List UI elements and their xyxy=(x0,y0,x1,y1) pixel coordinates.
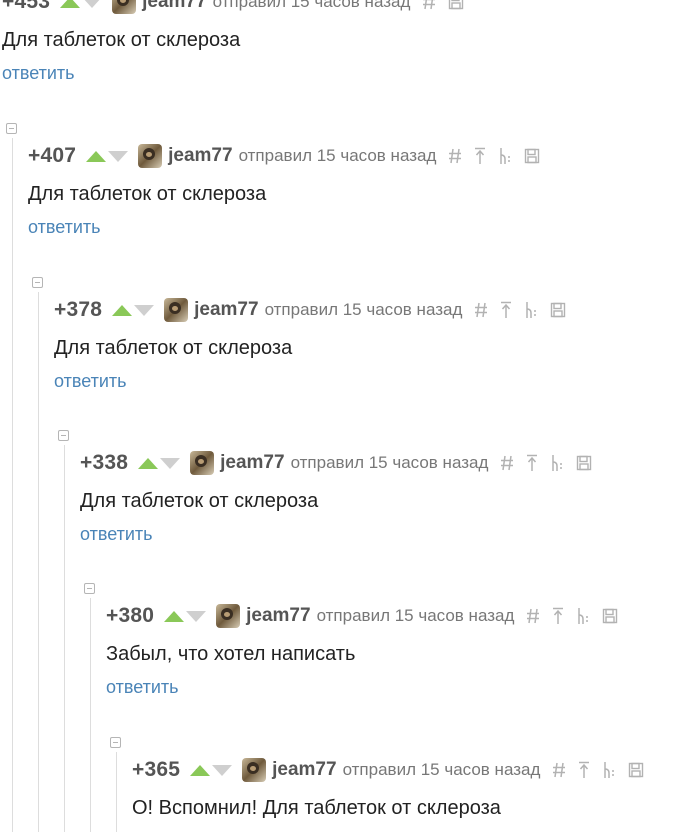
save-icon[interactable] xyxy=(628,762,644,778)
comment-text: Для таблеток от склероза xyxy=(2,29,241,51)
comment: +365 jeam77 отправил 15 часов назад О! В… xyxy=(132,756,644,820)
comment-header: +365 jeam77 отправил 15 часов назад xyxy=(132,756,644,784)
thread-line xyxy=(12,138,13,832)
comment-text: Для таблеток от склероза xyxy=(80,490,319,512)
comment-text: Для таблеток от склероза xyxy=(54,337,293,359)
username-link[interactable]: jeam77 xyxy=(168,145,232,167)
save-icon[interactable] xyxy=(524,148,540,164)
comment-header: +407 jeam77 отправил 15 часов назад xyxy=(28,142,540,170)
comment-meta: отправил 15 часов назад xyxy=(316,606,515,625)
vote-up-arrow-icon[interactable] xyxy=(60,0,81,8)
hash-link-icon[interactable] xyxy=(500,455,514,471)
comment-branch-icon[interactable] xyxy=(498,147,512,165)
comment-rating: +378 xyxy=(54,298,103,321)
vote-down-arrow-icon[interactable] xyxy=(160,457,181,469)
comment: +453 jeam77 отправил 15 часов назад Для … xyxy=(2,0,464,84)
reply-link[interactable]: ответить xyxy=(80,524,153,545)
avatar[interactable] xyxy=(190,451,215,475)
comment: +407 jeam77 отправил 15 часов назад Для … xyxy=(28,142,540,238)
hash-link-icon[interactable] xyxy=(448,148,462,164)
comment-rating: +365 xyxy=(132,758,181,781)
comment-branch-icon[interactable] xyxy=(602,761,616,779)
go-to-parent-icon[interactable] xyxy=(578,761,590,779)
comment-header: +338 jeam77 отправил 15 часов назад xyxy=(80,449,592,477)
comment-header: +453 jeam77 отправил 15 часов назад xyxy=(2,0,464,16)
comment-rating: +338 xyxy=(80,451,129,474)
save-icon[interactable] xyxy=(448,0,464,10)
hash-link-icon[interactable] xyxy=(474,302,488,318)
reply-link[interactable]: ответить xyxy=(106,677,179,698)
comment-rating: +453 xyxy=(2,0,51,13)
comment-meta: отправил 15 часов назад xyxy=(264,300,463,319)
comment-branch-icon[interactable] xyxy=(576,607,590,625)
username-link[interactable]: jeam77 xyxy=(272,759,336,781)
comment-meta: отправил 15 часов назад xyxy=(238,146,437,165)
collapse-minus-icon[interactable] xyxy=(6,123,17,134)
go-to-parent-icon[interactable] xyxy=(500,301,512,319)
comment-branch-icon[interactable] xyxy=(524,301,538,319)
vote-up-arrow-icon[interactable] xyxy=(112,304,133,316)
username-link[interactable]: jeam77 xyxy=(142,0,206,13)
vote-down-arrow-icon[interactable] xyxy=(82,0,103,8)
reply-link[interactable]: ответить xyxy=(54,371,127,392)
username-link[interactable]: jeam77 xyxy=(194,299,258,321)
thread-line xyxy=(64,445,65,832)
collapse-minus-icon[interactable] xyxy=(58,430,69,441)
hash-link-icon[interactable] xyxy=(552,762,566,778)
reply-link[interactable]: ответить xyxy=(2,63,75,84)
vote-up-arrow-icon[interactable] xyxy=(164,610,185,622)
comment-text: Забыл, что хотел написать xyxy=(106,643,356,665)
comment-meta: отправил 15 часов назад xyxy=(342,760,541,779)
avatar[interactable] xyxy=(112,0,137,14)
vote-down-arrow-icon[interactable] xyxy=(108,150,129,162)
comment: +380 jeam77 отправил 15 часов назад Забы… xyxy=(106,602,618,698)
hash-link-icon[interactable] xyxy=(422,0,436,10)
vote-down-arrow-icon[interactable] xyxy=(186,610,207,622)
thread-line xyxy=(38,292,39,832)
avatar[interactable] xyxy=(242,758,267,782)
vote-up-arrow-icon[interactable] xyxy=(190,764,211,776)
comment: +338 jeam77 отправил 15 часов назад Для … xyxy=(80,449,592,545)
comment-meta: отправил 15 часов назад xyxy=(212,0,411,11)
go-to-parent-icon[interactable] xyxy=(526,454,538,472)
comment-rating: +380 xyxy=(106,604,155,627)
collapse-minus-icon[interactable] xyxy=(32,277,43,288)
comment-header: +378 jeam77 отправил 15 часов назад xyxy=(54,296,566,324)
collapse-minus-icon[interactable] xyxy=(110,737,121,748)
vote-down-arrow-icon[interactable] xyxy=(212,764,233,776)
hash-link-icon[interactable] xyxy=(526,608,540,624)
vote-down-arrow-icon[interactable] xyxy=(134,304,155,316)
comment-text: Для таблеток от склероза xyxy=(28,183,267,205)
comment-rating: +407 xyxy=(28,144,77,167)
username-link[interactable]: jeam77 xyxy=(220,452,284,474)
username-link[interactable]: jeam77 xyxy=(246,605,310,627)
comment-header: +380 jeam77 отправил 15 часов назад xyxy=(106,602,618,630)
comment-branch-icon[interactable] xyxy=(550,454,564,472)
comment-meta: отправил 15 часов назад xyxy=(290,453,489,472)
avatar[interactable] xyxy=(216,604,241,628)
thread-line xyxy=(116,752,117,832)
avatar[interactable] xyxy=(138,144,163,168)
collapse-minus-icon[interactable] xyxy=(84,583,95,594)
save-icon[interactable] xyxy=(602,608,618,624)
save-icon[interactable] xyxy=(550,302,566,318)
thread-line xyxy=(90,598,91,832)
reply-link[interactable]: ответить xyxy=(28,217,101,238)
save-icon[interactable] xyxy=(576,455,592,471)
go-to-parent-icon[interactable] xyxy=(474,147,486,165)
avatar[interactable] xyxy=(164,298,189,322)
vote-up-arrow-icon[interactable] xyxy=(138,457,159,469)
go-to-parent-icon[interactable] xyxy=(552,607,564,625)
comment: +378 jeam77 отправил 15 часов назад Для … xyxy=(54,296,566,392)
vote-up-arrow-icon[interactable] xyxy=(86,150,107,162)
comment-text: О! Вспомнил! Для таблеток от склероза xyxy=(132,797,501,819)
